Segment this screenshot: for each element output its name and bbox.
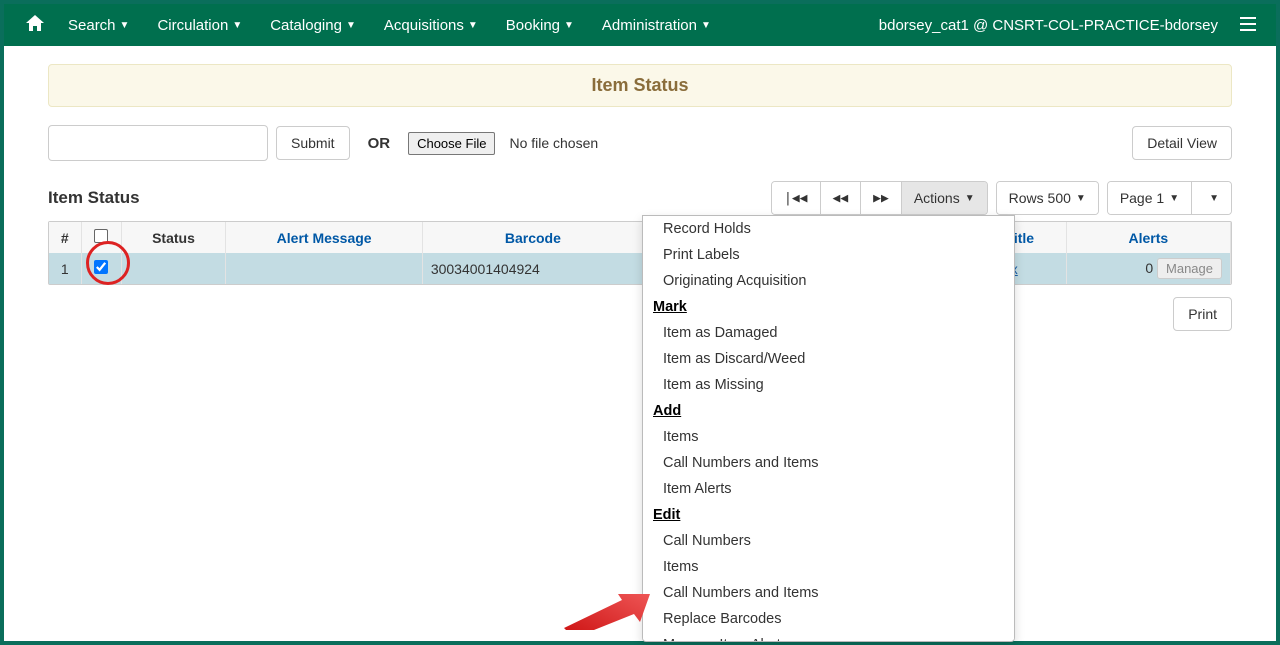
col-alert-message[interactable]: Alert Message xyxy=(226,222,422,253)
menu-header-mark: Mark xyxy=(643,294,1014,320)
menu-item-discard[interactable]: Item as Discard/Weed xyxy=(643,346,1014,372)
rows-button[interactable]: Rows 500▼ xyxy=(997,182,1098,214)
row-alert-message xyxy=(226,253,422,284)
nav-circulation[interactable]: Circulation▼ xyxy=(143,4,256,46)
grid-toolbar: |◀◀ ◀◀ ▶▶ Actions▼ Rows 500▼ Page 1▼ ▼ xyxy=(763,181,1232,215)
row-barcode: 30034001404924 xyxy=(422,253,643,284)
barcode-input-row: Submit OR Choose File No file chosen Det… xyxy=(48,125,1232,161)
next-page-button[interactable]: ▶▶ xyxy=(861,182,902,214)
choose-file-button[interactable]: Choose File xyxy=(408,132,495,155)
menu-header-add: Add xyxy=(643,398,1014,424)
user-workstation-label: bdorsey_cat1 @ CNSRT-COL-PRACTICE-bdorse… xyxy=(865,17,1232,34)
page-title-banner: Item Status xyxy=(48,64,1232,107)
actions-button[interactable]: Actions▼ xyxy=(902,182,987,214)
item-grid: # Status Alert Message Barcode Call Numb… xyxy=(48,221,1232,285)
home-icon[interactable] xyxy=(16,15,54,36)
top-navbar: Search▼ Circulation▼ Cataloging▼ Acquisi… xyxy=(4,4,1276,46)
menu-add-item-alerts[interactable]: Item Alerts xyxy=(643,476,1014,502)
menu-header-edit: Edit xyxy=(643,502,1014,528)
menu-record-holds[interactable]: Record Holds xyxy=(643,216,1014,242)
menu-print-labels[interactable]: Print Labels xyxy=(643,242,1014,268)
menu-edit-call-numbers[interactable]: Call Numbers xyxy=(643,528,1014,554)
rewind-icon: ◀◀ xyxy=(833,191,849,206)
hamburger-icon[interactable] xyxy=(1232,15,1264,36)
row-checkbox[interactable] xyxy=(94,260,108,274)
nav-acquisitions[interactable]: Acquisitions▼ xyxy=(370,4,492,46)
row-alerts: 0 Manage xyxy=(1066,253,1230,284)
nav-search[interactable]: Search▼ xyxy=(54,4,143,46)
caret-down-icon: ▼ xyxy=(1209,193,1219,204)
menu-item-missing[interactable]: Item as Missing xyxy=(643,372,1014,398)
page-next-button[interactable]: ▼ xyxy=(1192,182,1231,214)
menu-add-items[interactable]: Items xyxy=(643,424,1014,450)
or-label: OR xyxy=(368,135,391,152)
menu-originating-acquisition[interactable]: Originating Acquisition xyxy=(643,268,1014,294)
file-status-label: No file chosen xyxy=(509,135,598,151)
menu-replace-barcodes[interactable]: Replace Barcodes xyxy=(643,606,1014,632)
col-select-all[interactable] xyxy=(81,222,121,253)
menu-item-damaged[interactable]: Item as Damaged xyxy=(643,320,1014,346)
nav-administration[interactable]: Administration▼ xyxy=(588,4,725,46)
submit-button[interactable]: Submit xyxy=(276,126,350,160)
annotation-arrow xyxy=(562,586,642,626)
alert-count: 0 xyxy=(1145,260,1153,276)
print-button[interactable]: Print xyxy=(1173,297,1232,331)
select-all-checkbox[interactable] xyxy=(94,229,108,243)
forward-icon: ▶▶ xyxy=(873,191,889,206)
nav-booking[interactable]: Booking▼ xyxy=(492,4,588,46)
menu-edit-items[interactable]: Items xyxy=(643,554,1014,580)
col-status[interactable]: Status xyxy=(121,222,226,253)
row-status xyxy=(121,253,226,284)
first-page-button[interactable]: |◀◀ xyxy=(772,182,820,214)
barcode-input[interactable] xyxy=(48,125,268,161)
skip-back-icon: |◀◀ xyxy=(784,191,807,206)
actions-dropdown: Record Holds Print Labels Originating Ac… xyxy=(642,215,1015,642)
col-barcode[interactable]: Barcode xyxy=(422,222,643,253)
menu-edit-call-items[interactable]: Call Numbers and Items xyxy=(643,580,1014,606)
col-number: # xyxy=(49,222,81,253)
row-number: 1 xyxy=(49,253,81,284)
prev-page-button[interactable]: ◀◀ xyxy=(821,182,862,214)
detail-view-button[interactable]: Detail View xyxy=(1132,126,1232,160)
nav-cataloging[interactable]: Cataloging▼ xyxy=(256,4,370,46)
menu-add-call-items[interactable]: Call Numbers and Items xyxy=(643,450,1014,476)
menu-manage-item-alerts[interactable]: Manage Item Alerts xyxy=(643,632,1014,642)
col-alerts[interactable]: Alerts xyxy=(1066,222,1230,253)
table-row[interactable]: 1 30034001404924 FIC BLA 2022-10-20 as s… xyxy=(49,253,1231,284)
page-button[interactable]: Page 1▼ xyxy=(1108,182,1192,214)
manage-button[interactable]: Manage xyxy=(1157,258,1222,279)
section-title: Item Status xyxy=(48,188,140,208)
